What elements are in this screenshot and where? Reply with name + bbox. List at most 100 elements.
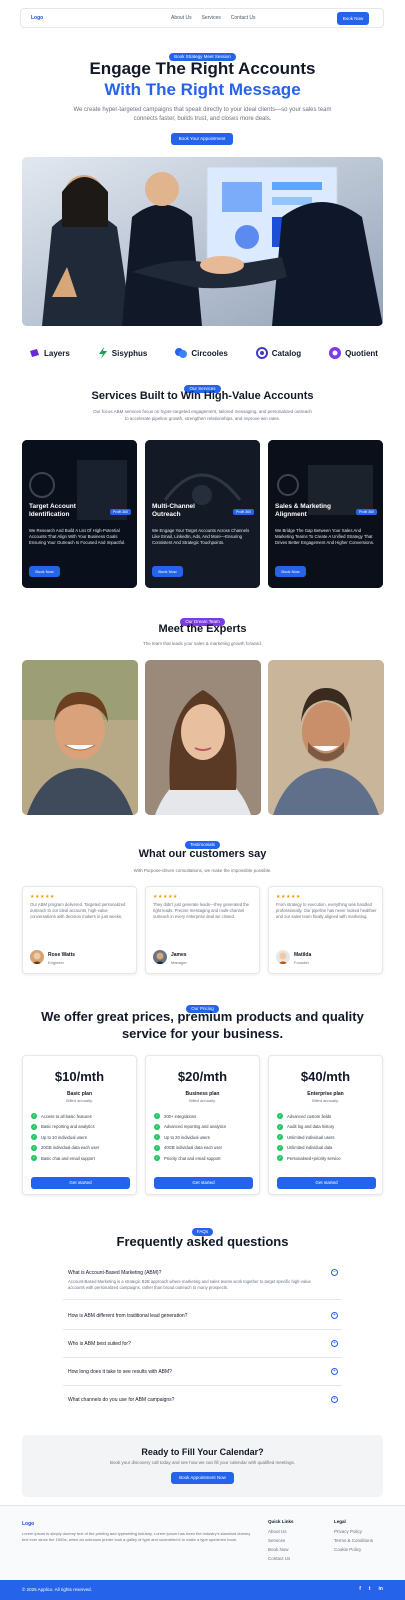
plan-billing: Billed annually. — [189, 1098, 216, 1103]
logo-sisyphus: Sisyphus — [98, 347, 147, 359]
feature-label: 200+ integrations — [164, 1113, 197, 1119]
feature-item: ✓ Basic chat and email support — [31, 1153, 99, 1164]
service-card-2-title: Multi-Channel Outreach — [152, 503, 195, 518]
plus-icon[interactable]: + — [331, 1340, 338, 1347]
feature-item: ✓ Access to all basic features — [31, 1111, 99, 1122]
logo-catalog-label: Catalog — [271, 348, 302, 358]
faq-item-5[interactable]: What channels do you use for ABM campaig… — [63, 1386, 342, 1414]
plan-features: ✓ 200+ integrations ✓ Advanced reporting a… — [154, 1111, 226, 1164]
feature-label: Up to 10 individual users — [41, 1134, 87, 1140]
footer-link-book[interactable]: Book Now — [268, 1547, 294, 1552]
pricing-title: We offer great prices, premium products … — [41, 1009, 364, 1041]
hero-book-button[interactable]: Book Your Appointment — [171, 133, 233, 145]
pricing-card-basic: $10/mth Basic plan Billed annually. ✓ Acc… — [22, 1055, 137, 1195]
linkedin-icon[interactable]: in — [379, 1586, 383, 1592]
faq-item-4[interactable]: How long does it take to see results wit… — [63, 1358, 342, 1386]
logo-layers: Layers — [28, 347, 70, 359]
quotient-icon — [329, 347, 342, 359]
cta-subtitle: Book your discovery call today and see h… — [109, 1460, 296, 1465]
feature-label: Basic chat and email support — [41, 1155, 95, 1161]
check-icon: ✓ — [154, 1155, 160, 1162]
plan-price: $10/mth — [54, 1069, 105, 1084]
footer-link-about[interactable]: About Us — [268, 1529, 294, 1534]
plan-billing: Billed annually. — [312, 1098, 339, 1103]
faq-question[interactable]: What channels do you use for ABM campaig… — [68, 1397, 174, 1403]
nav-links: About Us Services Contact Us — [171, 15, 256, 21]
testimonial-quote: Our ABM program delivered. Targeted pers… — [30, 902, 126, 919]
faq-item-1[interactable]: What is Account-Based Marketing (ABM)? A… — [63, 1263, 342, 1300]
service-card-3: Sales & Marketing Alignment Profit 360 W… — [268, 440, 383, 588]
facebook-icon[interactable]: f — [359, 1586, 361, 1592]
circles-icon — [175, 348, 188, 358]
expert-photo-1 — [22, 660, 138, 815]
check-icon: ✓ — [31, 1123, 37, 1130]
twitter-icon[interactable]: t — [369, 1586, 371, 1592]
footer-col-title: Legal — [334, 1519, 346, 1524]
hero-subtitle: We create hyper-targeted campaigns that … — [73, 107, 332, 122]
pricing-card-business: $20/mth Business plan Billed annually. ✓… — [145, 1055, 260, 1195]
footer-link-services[interactable]: Services — [268, 1538, 294, 1543]
check-icon: ✓ — [277, 1123, 283, 1130]
catalog-icon — [255, 347, 268, 359]
plus-icon[interactable]: + — [331, 1312, 338, 1319]
check-icon: ✓ — [277, 1155, 283, 1162]
social-links: f t in — [359, 1586, 383, 1592]
faq-question[interactable]: How is ABM different from traditional le… — [68, 1313, 187, 1319]
plus-icon[interactable]: + — [331, 1368, 338, 1375]
logo-quotient-label: Quotient — [345, 348, 378, 358]
footer-logo[interactable]: Logo — [22, 1521, 34, 1527]
feature-item: ✓ Advanced custom fields — [277, 1111, 341, 1122]
service-card-1-desc: We Research And Build A List Of High-Pot… — [29, 528, 126, 545]
check-icon: ✓ — [277, 1113, 283, 1120]
footer-about: Lorem ipsum is simply dummy text of the … — [22, 1531, 251, 1542]
faq-item-3[interactable]: Who is ABM best suited for? + — [63, 1330, 342, 1358]
faq-question[interactable]: Who is ABM best suited for? — [68, 1341, 131, 1347]
feature-item: ✓ Advanced reporting and analytics — [154, 1122, 226, 1133]
feature-item: ✓ Personalised+priority service — [277, 1153, 341, 1164]
footer-link-privacy[interactable]: Privacy Policy — [334, 1529, 373, 1534]
feature-label: Up to 20 individual users — [164, 1134, 210, 1140]
check-icon: ✓ — [154, 1134, 160, 1141]
check-icon: ✓ — [277, 1144, 283, 1151]
faq-item-2[interactable]: How is ABM different from traditional le… — [63, 1302, 342, 1330]
testimonial-role: Founder — [294, 960, 309, 965]
feature-label: Unlimited individual users — [287, 1134, 335, 1140]
nav-link-contact[interactable]: Contact Us — [231, 15, 256, 21]
feature-label: Basic reporting and analytics — [41, 1124, 95, 1130]
faq-question[interactable]: How long does it take to see results wit… — [68, 1369, 172, 1375]
pricing-card-enterprise: $40/mth Enterprise plan Billed annually.… — [268, 1055, 383, 1195]
nav-link-services[interactable]: Services — [202, 15, 221, 21]
footer-col-title: Quick Links — [268, 1519, 294, 1524]
avatar — [276, 950, 290, 964]
service-card-3-button[interactable]: Book Now — [275, 566, 306, 577]
hero-title: Engage The Right Accounts With The Right… — [0, 58, 405, 100]
cta-book-button[interactable]: Book Appointment Now — [171, 1472, 234, 1484]
service-card-2-button[interactable]: Book Now — [152, 566, 183, 577]
logo-circooles-label: Circooles — [191, 348, 228, 358]
nav-link-about[interactable]: About Us — [171, 15, 192, 21]
footer-link-contact[interactable]: Contact Us — [268, 1556, 294, 1561]
logo-quotient: Quotient — [329, 347, 378, 359]
hero-image — [22, 157, 383, 326]
logo-strip: Layers Sisyphus Circooles Catalog Quotie… — [28, 347, 378, 359]
footer: Logo Lorem ipsum is simply dummy text of… — [0, 1505, 405, 1580]
feature-label: Priority chat and email support — [164, 1155, 221, 1161]
services-title: Services Built to Win High-Value Account… — [91, 390, 314, 402]
plan-features: ✓ Access to all basic features ✓ Basic rep… — [31, 1111, 99, 1164]
get-started-button[interactable]: Get started — [277, 1177, 376, 1189]
minus-icon[interactable]: − — [331, 1269, 338, 1276]
footer-link-cookie[interactable]: Cookie Policy — [334, 1547, 373, 1552]
nav-book-button[interactable]: Book Now — [337, 12, 369, 25]
plan-name: Enterprise plan — [307, 1091, 344, 1097]
faq-question[interactable]: What is Account-Based Marketing (ABM)? — [68, 1270, 161, 1276]
feature-item: ✓ Unlimited individual users — [277, 1132, 341, 1143]
get-started-button[interactable]: Get started — [31, 1177, 130, 1189]
get-started-button[interactable]: Get started — [154, 1177, 253, 1189]
bolt-icon — [98, 347, 107, 359]
footer-link-terms[interactable]: Terms & Conditions — [334, 1538, 373, 1543]
testimonial-quote: From strategy to execution, everything w… — [276, 902, 377, 919]
service-card-1-button[interactable]: Book Now — [29, 566, 60, 577]
plus-icon[interactable]: + — [331, 1396, 338, 1403]
layers-icon — [30, 349, 39, 357]
nav-logo[interactable]: Logo — [31, 15, 43, 21]
